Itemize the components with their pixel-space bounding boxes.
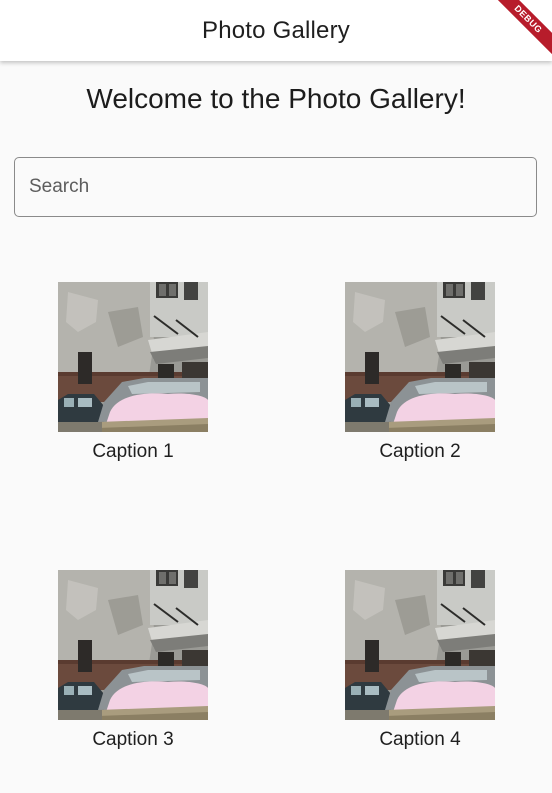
gallery-item[interactable]: Caption 1 bbox=[58, 282, 208, 463]
gallery-item[interactable]: Caption 4 bbox=[345, 570, 495, 751]
gallery-caption: Caption 2 bbox=[379, 441, 461, 462]
page-heading: Welcome to the Photo Gallery! bbox=[86, 83, 466, 114]
search-input[interactable] bbox=[15, 158, 536, 216]
gallery-item[interactable]: Caption 3 bbox=[58, 570, 208, 751]
app-screen: Photo Gallery DEBUG Welcome to the Photo… bbox=[0, 0, 552, 793]
gallery-caption: Caption 4 bbox=[379, 729, 461, 750]
app-bar-title: Photo Gallery bbox=[201, 16, 350, 44]
app-bar: Photo Gallery bbox=[0, 0, 552, 61]
gallery-photo[interactable] bbox=[58, 570, 208, 720]
search-field[interactable] bbox=[14, 157, 537, 217]
debug-banner-label: DEBUG bbox=[492, 0, 552, 59]
gallery-caption: Caption 3 bbox=[92, 729, 174, 750]
debug-banner: DEBUG bbox=[492, 0, 552, 60]
gallery-item[interactable]: Caption 2 bbox=[345, 282, 495, 463]
gallery-photo[interactable] bbox=[58, 282, 208, 432]
gallery-caption: Caption 1 bbox=[92, 441, 174, 462]
gallery-photo[interactable] bbox=[345, 570, 495, 720]
gallery-photo[interactable] bbox=[345, 282, 495, 432]
